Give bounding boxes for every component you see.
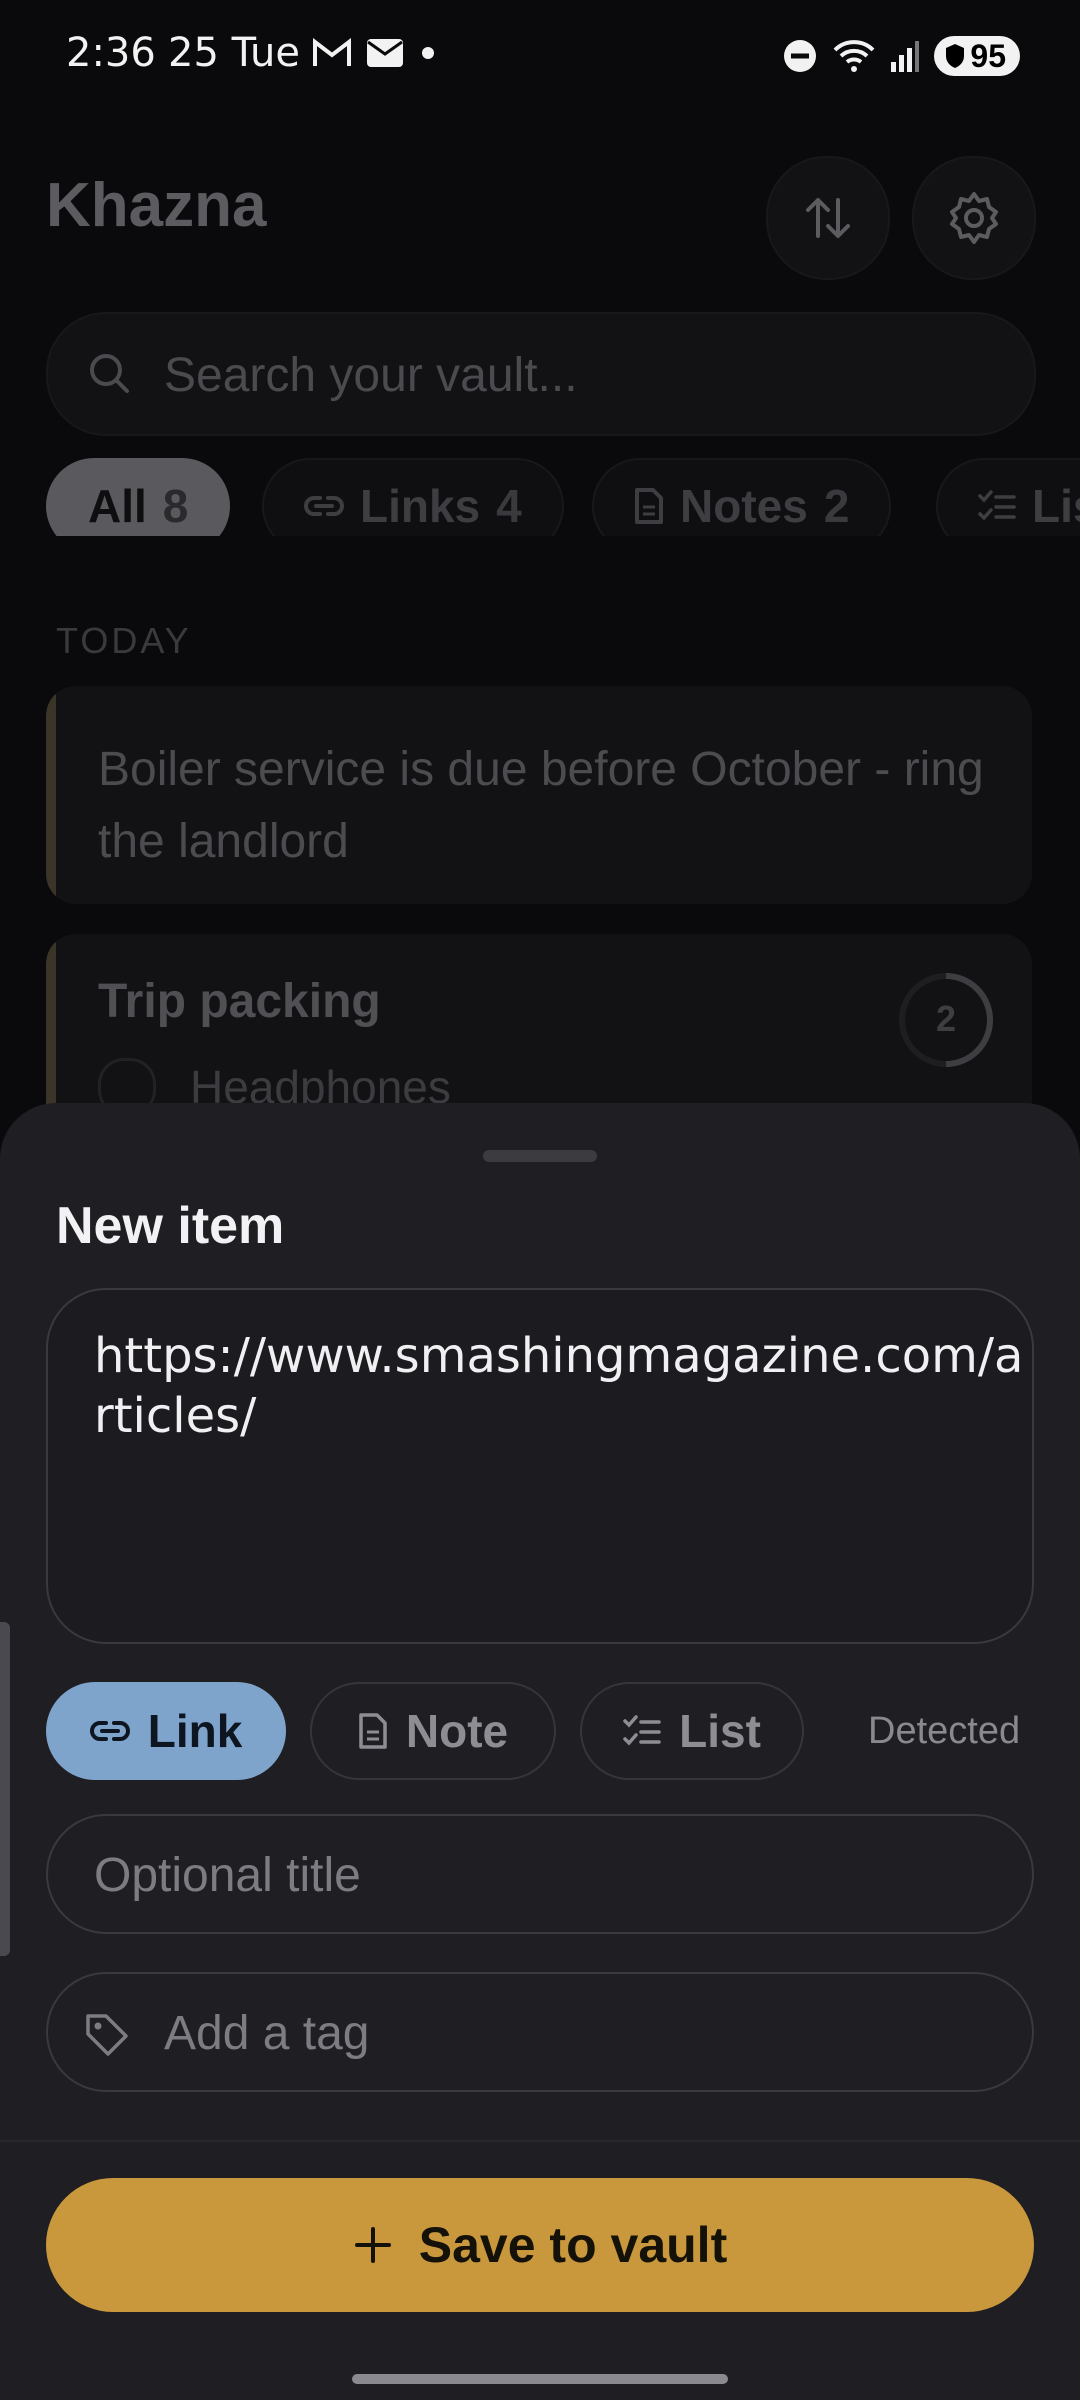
sort-icon xyxy=(806,198,850,238)
checklist-icon xyxy=(623,1715,661,1746)
filter-count: 8 xyxy=(162,480,189,532)
notification-icons xyxy=(312,38,438,68)
sort-button[interactable] xyxy=(766,156,890,280)
title-input[interactable]: Optional title xyxy=(46,1814,1034,1934)
status-time: 2:36 xyxy=(66,30,156,76)
tag-input[interactable]: Add a tag xyxy=(46,1972,1034,2092)
note-icon xyxy=(635,488,663,524)
do-not-disturb-icon xyxy=(784,40,817,72)
type-label: Note xyxy=(405,1705,509,1757)
section-label: TODAY xyxy=(56,620,192,661)
search-icon xyxy=(90,354,129,393)
save-label: Save to vault xyxy=(418,2217,728,2273)
filter-notes[interactable]: Notes 2 xyxy=(592,458,892,536)
type-link-button[interactable]: Link xyxy=(46,1682,286,1780)
filter-lists[interactable]: Lists xyxy=(936,458,1080,536)
wifi-icon xyxy=(833,40,875,72)
system-icons: 95 xyxy=(782,36,1020,76)
filter-label: All xyxy=(88,480,147,532)
card-accent-bar xyxy=(46,686,56,904)
gear-icon xyxy=(950,192,998,244)
type-note-button[interactable]: Note xyxy=(310,1682,556,1780)
filter-all[interactable]: All 8 xyxy=(46,458,231,536)
filter-count: 2 xyxy=(823,480,850,532)
progress-ring: 2 xyxy=(896,970,996,1070)
filter-label: Lists xyxy=(1032,480,1080,532)
shield-icon xyxy=(946,44,965,68)
link-icon xyxy=(304,496,344,516)
title-placeholder: Optional title xyxy=(94,1849,361,1902)
tag-placeholder: Add a tag xyxy=(164,2007,370,2060)
tag-icon xyxy=(86,2014,128,2056)
battery-indicator: 95 xyxy=(934,36,1020,76)
status-date: 25 Tue xyxy=(168,30,300,76)
search-placeholder: Search your vault... xyxy=(164,349,578,402)
filter-label: Links xyxy=(360,480,481,532)
dot-icon xyxy=(422,47,434,59)
type-list-button[interactable]: List xyxy=(580,1682,804,1780)
detected-label: Detected xyxy=(868,1710,1021,1752)
list-title: Trip packing xyxy=(98,975,381,1028)
filter-chips: All 8 Links 4 Notes 2 Lists xyxy=(0,440,1080,536)
filter-links[interactable]: Links 4 xyxy=(262,458,564,536)
note-icon xyxy=(359,1713,387,1749)
edge-handle xyxy=(0,1622,10,1956)
link-icon xyxy=(89,1721,130,1741)
footer-divider xyxy=(0,2140,1080,2142)
battery-level: 95 xyxy=(970,37,1006,74)
signal-icon xyxy=(891,41,920,72)
progress-count: 2 xyxy=(935,998,957,1039)
sheet-title: New item xyxy=(56,1197,285,1255)
app-title: Khazna xyxy=(46,171,267,240)
search-input[interactable]: Search your vault... xyxy=(46,312,1036,436)
mail-icon xyxy=(367,39,403,67)
content-value: https://www.smashingmagazine.com/article… xyxy=(94,1328,1024,1444)
gmail-icon xyxy=(313,38,351,66)
note-text: Boiler service is due before October - r… xyxy=(98,743,984,868)
plus-icon xyxy=(354,2227,391,2263)
filter-label: Notes xyxy=(680,480,808,532)
type-label: List xyxy=(679,1705,761,1757)
status-bar: 2:36 25 Tue 95 xyxy=(0,0,1080,120)
gesture-nav-bar[interactable] xyxy=(352,2374,728,2384)
note-card[interactable]: Boiler service is due before October - r… xyxy=(46,686,1032,904)
filter-count: 4 xyxy=(496,480,522,532)
sheet-drag-handle[interactable] xyxy=(483,1150,597,1162)
save-button[interactable]: Save to vault xyxy=(46,2178,1034,2312)
settings-button[interactable] xyxy=(912,156,1036,280)
type-label: Link xyxy=(147,1705,243,1757)
checklist-icon xyxy=(978,490,1016,521)
content-input[interactable]: https://www.smashingmagazine.com/article… xyxy=(46,1288,1034,1644)
